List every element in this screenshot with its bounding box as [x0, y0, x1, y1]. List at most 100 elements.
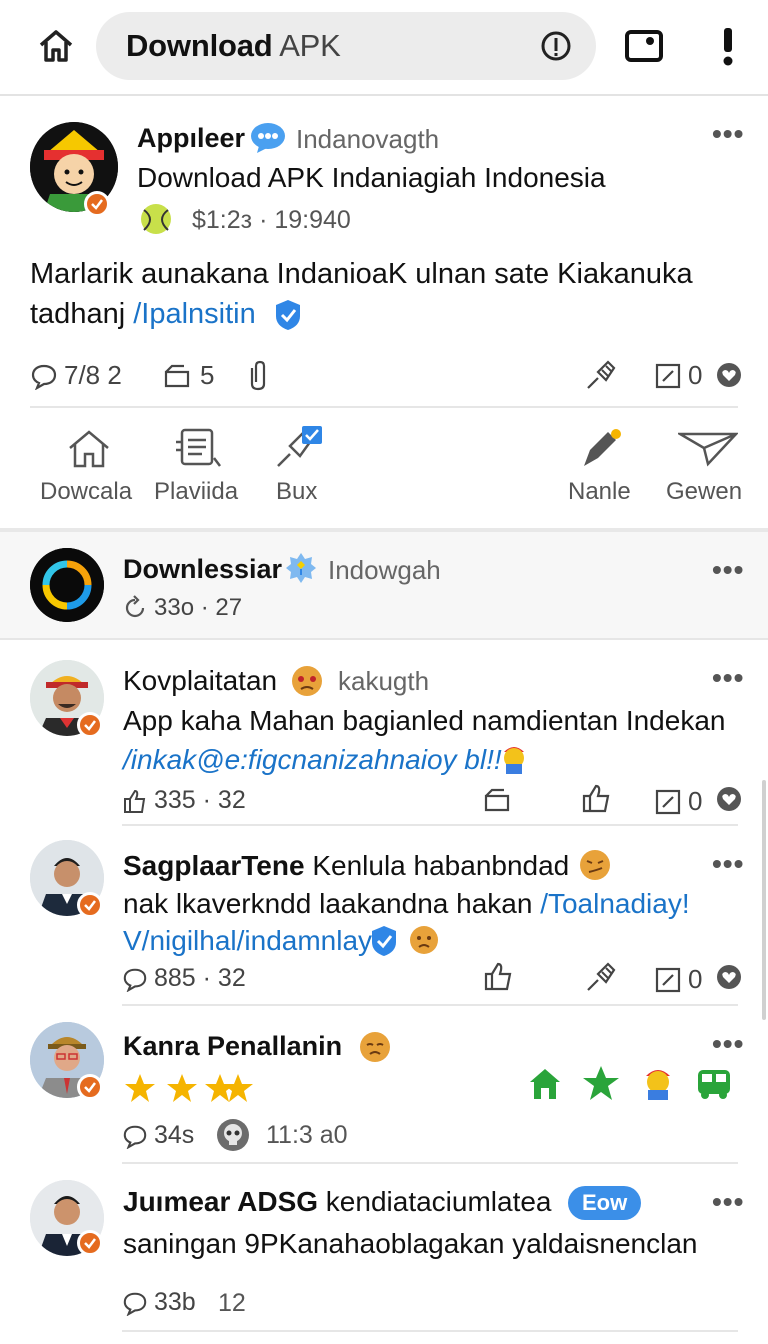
post-body-link[interactable]: V/nigilhal/indamnlay	[123, 925, 372, 957]
post-author-name[interactable]: Downlessiar	[123, 554, 282, 585]
more-options-icon[interactable]: •••	[712, 848, 744, 880]
action-preview[interactable]: Plaviida	[154, 478, 238, 506]
avatar[interactable]	[30, 548, 104, 622]
divider	[122, 1004, 738, 1006]
comment-count[interactable]: 34s	[122, 1121, 194, 1150]
attachment-icon[interactable]	[246, 358, 270, 397]
post-body-link[interactable]: /Ipalnsitin	[133, 298, 256, 330]
thumbs-up-icon[interactable]	[482, 960, 514, 997]
smirk-emoji-icon	[578, 848, 612, 887]
chat-bubble-icon	[249, 120, 287, 159]
home-outline-icon[interactable]	[66, 428, 112, 475]
plug-icon[interactable]	[584, 358, 620, 397]
divider	[122, 1162, 738, 1164]
divider	[30, 406, 738, 408]
home-icon[interactable]	[32, 24, 80, 68]
heart-icon[interactable]	[716, 786, 742, 817]
post-author-name[interactable]: Kovplaitatan	[123, 665, 277, 697]
comment-icon	[123, 1292, 147, 1316]
action-name[interactable]: Nanle	[568, 478, 631, 506]
post-author-name[interactable]: Juımear ADSG	[123, 1186, 318, 1217]
verified-badge-icon	[77, 892, 103, 918]
url-strong: Download	[126, 28, 273, 63]
post-body-link[interactable]: /Toalnadiay!	[540, 888, 689, 919]
more-options-icon[interactable]: •••	[712, 1028, 744, 1060]
home-green-icon[interactable]	[528, 1066, 562, 1107]
comment-count-text: 34s	[154, 1121, 195, 1149]
comment-count[interactable]: 33b	[122, 1288, 196, 1317]
post-header-line: Juımear ADSG kendiataciumlatea	[123, 1186, 552, 1218]
action-bux[interactable]: Bux	[276, 478, 317, 506]
post-body-line: App kaha Mahan bagianled namdientan Inde…	[123, 705, 726, 736]
scrollbar[interactable]	[762, 780, 766, 1020]
post-meta: 33o · 27	[122, 594, 242, 622]
post-body-line: tadhanj /Ipalnsitin	[30, 298, 256, 331]
post-author-name[interactable]: Kanra Penallanin	[123, 1031, 342, 1062]
tabs-icon[interactable]	[622, 26, 666, 66]
more-options-icon[interactable]: •••	[712, 554, 744, 586]
edit-count[interactable]: 0	[654, 360, 702, 391]
info-icon[interactable]	[540, 30, 572, 62]
comment-count[interactable]: 7/8 2	[30, 360, 122, 391]
like-count[interactable]: 335 · 32	[122, 786, 246, 815]
edit-count[interactable]: 0	[654, 786, 702, 817]
bus-green-icon[interactable]	[696, 1066, 732, 1105]
star-green-icon[interactable]	[582, 1064, 620, 1107]
post-body-text: Kenlula habanbndad	[304, 850, 570, 881]
edit-count-text: 0	[688, 964, 703, 994]
plug-icon[interactable]	[584, 960, 620, 999]
menu-icon[interactable]	[714, 24, 742, 68]
verified-badge-icon	[84, 191, 110, 217]
document-icon[interactable]	[174, 426, 222, 475]
comment-count-text: 885 · 32	[154, 964, 246, 992]
post-header-line: SagplaarTene Kenlula habanbndad	[123, 850, 569, 882]
heart-icon[interactable]	[716, 964, 742, 995]
url-light: APK	[272, 28, 341, 63]
post-body-line: saningan 9PKanahaoblagakan yaldaisnencla…	[123, 1228, 698, 1259]
divider	[122, 824, 738, 826]
comment-count-text: 33b	[154, 1288, 196, 1316]
robot-emoji-icon	[640, 1062, 676, 1107]
action-gewen[interactable]: Gewen	[666, 478, 742, 506]
verified-badge-icon	[77, 1230, 103, 1256]
sparkle-badge-icon	[284, 551, 318, 590]
edit-count-text: 0	[688, 360, 703, 390]
post-secondary-count: 12	[218, 1289, 246, 1317]
post-body-line: Marlarik aunakana IndanioaK ulnan sate K…	[30, 258, 693, 290]
post-time: 11:3 a0	[266, 1121, 348, 1149]
repost-icon[interactable]	[482, 786, 514, 819]
share-count[interactable]: 5	[162, 360, 214, 391]
verified-badge-icon	[77, 712, 103, 738]
post-body-text: kendiataciumlatea	[318, 1186, 552, 1217]
comment-icon	[31, 364, 57, 390]
edit-count[interactable]: 0	[654, 964, 702, 995]
post-body-link[interactable]: /inkak@e:figcnanizahnaioy bl!!	[123, 744, 502, 776]
heart-icon[interactable]	[716, 362, 742, 393]
post-author-name[interactable]: Appıleer	[137, 123, 245, 154]
edit-icon	[655, 789, 681, 814]
more-options-icon[interactable]: •••	[712, 118, 744, 150]
divider	[0, 638, 768, 640]
more-options-icon[interactable]: •••	[712, 1186, 744, 1218]
status-badge: Eow	[568, 1186, 642, 1220]
pen-icon[interactable]	[580, 426, 624, 475]
repost-icon	[164, 364, 190, 387]
post-author-handle: Indowgah	[328, 555, 441, 585]
send-icon[interactable]	[675, 428, 739, 473]
address-bar[interactable]: Download APK	[96, 12, 596, 80]
robot-emoji-icon	[498, 740, 530, 781]
thumbs-up-icon	[124, 789, 146, 813]
verified-check-icon	[272, 298, 304, 337]
post-body-line: nak lkaverkndd laakandna hakan /Toalnadi…	[123, 888, 690, 920]
more-options-icon[interactable]: •••	[712, 662, 744, 694]
action-download[interactable]: Dowcala	[40, 478, 132, 506]
plug-check-icon[interactable]	[274, 424, 324, 475]
edit-icon	[655, 363, 681, 388]
post-meta-text: 33o · 27	[154, 594, 243, 621]
thumbs-up-icon[interactable]	[580, 782, 612, 819]
url-text: Download APK	[126, 28, 341, 64]
star-rating-icon	[124, 1072, 258, 1109]
comment-count[interactable]: 885 · 32	[122, 964, 246, 993]
angry-emoji-icon	[290, 664, 324, 703]
post-author-name[interactable]: SagplaarTene	[123, 850, 305, 881]
